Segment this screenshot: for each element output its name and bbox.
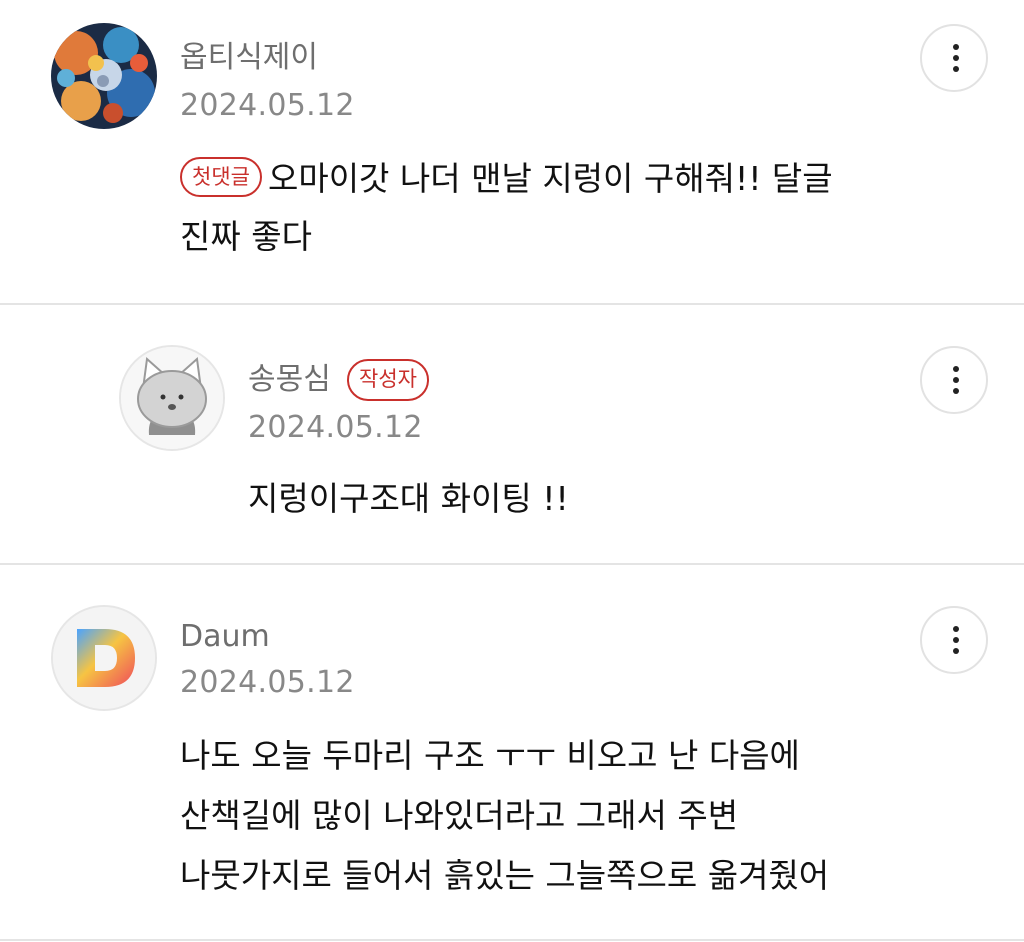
daum-logo-avatar-icon xyxy=(53,607,155,709)
comment-author[interactable]: Daum xyxy=(180,617,270,657)
comment-text-line: 나뭇가지로 들어서 흙있는 그늘쪽으로 옮겨줬어 xyxy=(180,856,830,895)
more-vertical-icon-dot xyxy=(953,637,959,643)
comment-text-line: 산책길에 많이 나와있더라고 그래서 주변 xyxy=(180,796,739,835)
more-options-button[interactable] xyxy=(920,346,988,414)
comment-item: 옵티식제이 2024.05.12 첫댓글 오마이갓 나더 맨날 지렁이 구해줘!!… xyxy=(0,0,1024,304)
comment-text: 첫댓글 오마이갓 나더 맨날 지렁이 구해줘!! 달글 xyxy=(180,150,833,208)
user-avatar[interactable] xyxy=(51,23,157,129)
comment-date: 2024.05.12 xyxy=(180,665,355,700)
divider xyxy=(0,939,1024,941)
reply-comment-item: 송몽심 작성자 2024.05.12 지렁이구조대 화이팅 !! xyxy=(0,306,1024,563)
painting-avatar-icon xyxy=(51,23,157,129)
more-vertical-icon xyxy=(953,44,959,50)
first-comment-badge: 첫댓글 xyxy=(180,156,262,197)
comment-text-line: 나도 오늘 두마리 구조 ㅜㅜ 비오고 난 다음에 xyxy=(180,736,800,775)
comment-date: 2024.05.12 xyxy=(180,88,355,123)
more-vertical-icon-dot xyxy=(953,648,959,654)
divider xyxy=(0,303,1024,305)
more-vertical-icon-dot xyxy=(953,377,959,383)
comment-author[interactable]: 옵티식제이 xyxy=(180,38,318,78)
comment-text-line: 지렁이구조대 화이팅 !! xyxy=(248,479,569,518)
more-options-button[interactable] xyxy=(920,24,988,92)
user-avatar[interactable] xyxy=(51,605,157,711)
comment-date: 2024.05.12 xyxy=(248,410,423,445)
more-vertical-icon xyxy=(953,626,959,632)
more-options-button[interactable] xyxy=(920,606,988,674)
more-vertical-icon-dot xyxy=(953,66,959,72)
comment-item: Daum 2024.05.12 나도 오늘 두마리 구조 ㅜㅜ 비오고 난 다음… xyxy=(0,565,1024,940)
cat-avatar-icon xyxy=(121,347,223,449)
more-vertical-icon-dot xyxy=(953,55,959,61)
user-avatar[interactable] xyxy=(119,345,225,451)
author-badge: 작성자 xyxy=(347,359,429,401)
comment-text-line: 진짜 좋다 xyxy=(180,217,312,256)
more-vertical-icon-dot xyxy=(953,388,959,394)
comment-text-line: 오마이갓 나더 맨날 지렁이 구해줘!! 달글 xyxy=(267,159,833,198)
comment-author[interactable]: 송몽심 xyxy=(248,360,331,400)
more-vertical-icon xyxy=(953,366,959,372)
